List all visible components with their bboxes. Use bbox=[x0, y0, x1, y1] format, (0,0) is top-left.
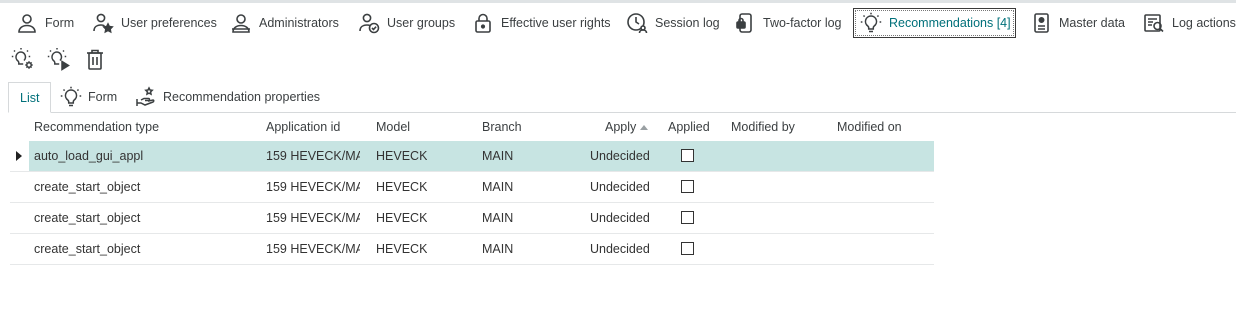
cell-application-id: 159 HEVECK/MAI bbox=[266, 211, 360, 225]
tab-recommendations[interactable]: Recommendations [4] bbox=[853, 8, 1016, 38]
lightbulb-icon bbox=[860, 12, 882, 34]
tab-master-data[interactable]: Master data bbox=[1024, 8, 1131, 38]
apply-recommendation-button[interactable] bbox=[46, 47, 72, 73]
id-card-icon bbox=[1030, 12, 1052, 34]
column-header-apply[interactable]: Apply bbox=[605, 113, 649, 141]
cell-recommendation-type: auto_load_gui_appl bbox=[34, 149, 144, 163]
sort-ascending-icon bbox=[640, 125, 649, 131]
subtab-form-label: Form bbox=[88, 90, 118, 104]
subtab-list-label: List bbox=[20, 90, 40, 105]
current-row-indicator bbox=[16, 151, 22, 161]
subtab-recommendation-properties-label: Recommendation properties bbox=[163, 90, 321, 104]
cell-apply: Undecided bbox=[590, 180, 650, 194]
cell-recommendation-type: create_start_object bbox=[34, 180, 141, 194]
cell-model: HEVECK bbox=[376, 180, 428, 194]
subtab-recommendation-properties[interactable]: Recommendation properties bbox=[135, 82, 320, 112]
tab-master-data-label: Master data bbox=[1059, 16, 1126, 30]
grid-header: Recommendation type Application id Model… bbox=[10, 113, 934, 141]
tab-user-groups[interactable]: User groups bbox=[352, 8, 461, 38]
trash-icon bbox=[83, 47, 107, 74]
log-search-icon bbox=[1143, 12, 1165, 34]
toolbar bbox=[10, 47, 108, 73]
user-icon bbox=[16, 12, 38, 34]
column-header-applied[interactable]: Applied bbox=[668, 113, 710, 141]
cell-application-id: 159 HEVECK/MAI bbox=[266, 149, 360, 163]
lightbulb-icon bbox=[60, 86, 82, 108]
column-header-modified-by[interactable]: Modified by bbox=[731, 113, 795, 141]
cell-application-id: 159 HEVECK/MAI bbox=[266, 180, 360, 194]
cell-branch: MAIN bbox=[482, 149, 514, 163]
tab-user-preferences[interactable]: User preferences bbox=[86, 8, 223, 38]
lightbulb-play-icon bbox=[47, 47, 71, 74]
cell-branch: MAIN bbox=[482, 180, 514, 194]
tab-effective-user-rights[interactable]: Effective user rights bbox=[466, 8, 617, 38]
cell-branch: MAIN bbox=[482, 242, 514, 256]
recommendations-grid: Recommendation type Application id Model… bbox=[10, 113, 934, 265]
cell-apply: Undecided bbox=[590, 211, 650, 225]
column-header-branch[interactable]: Branch bbox=[482, 113, 522, 141]
tab-effective-user-rights-label: Effective user rights bbox=[501, 16, 611, 30]
tab-user-preferences-label: User preferences bbox=[121, 16, 217, 30]
applied-checkbox[interactable] bbox=[681, 211, 694, 224]
tab-session-log-label: Session log bbox=[655, 16, 720, 30]
cell-model: HEVECK bbox=[376, 149, 428, 163]
phone-lock-icon bbox=[734, 12, 756, 34]
table-row[interactable]: create_start_object 159 HEVECK/MAI HEVEC… bbox=[10, 203, 934, 234]
column-header-application-id[interactable]: Application id bbox=[266, 113, 340, 141]
clock-user-icon bbox=[626, 12, 648, 34]
lock-icon bbox=[472, 12, 494, 34]
user-star-icon bbox=[92, 12, 114, 34]
cell-model: HEVECK bbox=[376, 211, 428, 225]
user-group-check-icon bbox=[358, 12, 380, 34]
top-divider bbox=[0, 0, 1236, 3]
table-row[interactable]: create_start_object 159 HEVECK/MAI HEVEC… bbox=[10, 172, 934, 203]
tab-log-actions-label: Log actions bbox=[1172, 16, 1236, 30]
applied-checkbox[interactable] bbox=[681, 149, 694, 162]
tab-form-label: Form bbox=[45, 16, 75, 30]
table-row[interactable]: create_start_object 159 HEVECK/MAI HEVEC… bbox=[10, 234, 934, 265]
cell-application-id: 159 HEVECK/MAI bbox=[266, 242, 360, 256]
tab-two-factor-log[interactable]: Two-factor log bbox=[728, 8, 848, 38]
tab-two-factor-log-label: Two-factor log bbox=[763, 16, 842, 30]
subtab-list[interactable]: List bbox=[8, 82, 52, 113]
column-header-model[interactable]: Model bbox=[376, 113, 410, 141]
applied-checkbox[interactable] bbox=[681, 242, 694, 255]
tab-administrators[interactable]: Administrators bbox=[224, 8, 345, 38]
admin-icon bbox=[230, 12, 252, 34]
cell-apply: Undecided bbox=[590, 242, 650, 256]
tab-session-log[interactable]: Session log bbox=[620, 8, 726, 38]
tab-form[interactable]: Form bbox=[10, 8, 80, 38]
tab-recommendations-label: Recommendations [4] bbox=[889, 16, 1011, 30]
column-header-recommendation-type[interactable]: Recommendation type bbox=[34, 113, 159, 141]
column-header-modified-on[interactable]: Modified on bbox=[837, 113, 902, 141]
tab-administrators-label: Administrators bbox=[259, 16, 339, 30]
hand-properties-icon bbox=[135, 86, 157, 108]
cell-apply: Undecided bbox=[590, 149, 650, 163]
tab-user-groups-label: User groups bbox=[387, 16, 456, 30]
tab-log-actions[interactable]: Log actions bbox=[1137, 8, 1236, 38]
cell-recommendation-type: create_start_object bbox=[34, 242, 141, 256]
cell-recommendation-type: create_start_object bbox=[34, 211, 141, 225]
subtab-form[interactable]: Form bbox=[60, 82, 117, 112]
cell-branch: MAIN bbox=[482, 211, 514, 225]
lightbulb-gear-icon bbox=[11, 47, 35, 74]
sub-tab-bar: List Form Recommendation properties bbox=[8, 82, 1236, 113]
delete-button[interactable] bbox=[82, 47, 108, 73]
applied-checkbox[interactable] bbox=[681, 180, 694, 193]
cell-model: HEVECK bbox=[376, 242, 428, 256]
main-tab-bar: Form User preferences Administrators Use… bbox=[0, 8, 1236, 40]
recommendation-settings-button[interactable] bbox=[10, 47, 36, 73]
table-row[interactable]: auto_load_gui_appl 159 HEVECK/MAI HEVECK… bbox=[10, 141, 934, 172]
